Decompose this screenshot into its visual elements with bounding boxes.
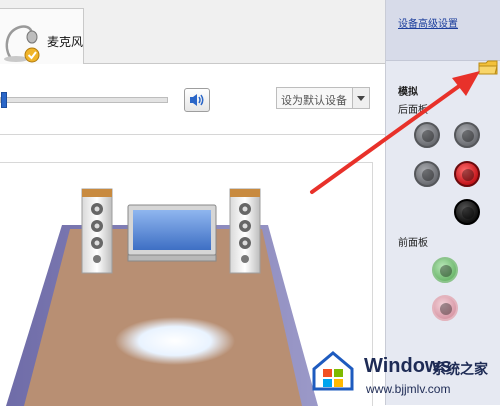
watermark: Windows 系统之家 www.bjjmlv.com — [300, 343, 500, 405]
windows-logo-icon — [312, 351, 354, 391]
watermark-url: www.bjjmlv.com — [366, 382, 451, 396]
watermark-subtitle: 系统之家 — [432, 362, 488, 378]
